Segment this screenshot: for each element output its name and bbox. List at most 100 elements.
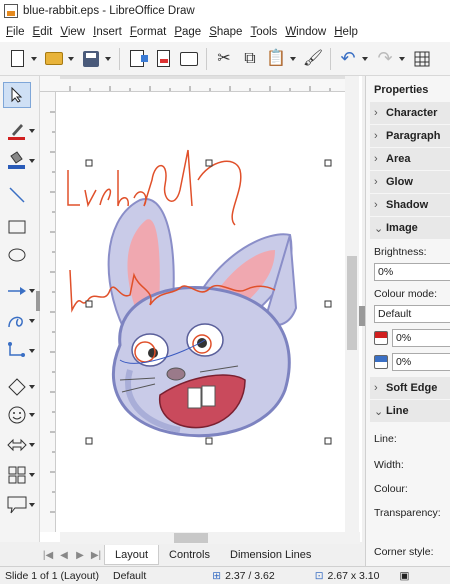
rabbit-image[interactable]	[60, 140, 345, 450]
arrow-line-tool[interactable]	[3, 278, 31, 304]
callout-icon	[7, 496, 27, 514]
fill-bucket-icon	[8, 151, 25, 169]
section-label: Character	[386, 107, 438, 119]
document-modified-icon[interactable]: ▣	[399, 570, 409, 582]
basic-shapes-tool[interactable]	[3, 374, 31, 400]
flowchart-dropdown[interactable]	[29, 471, 37, 479]
menu-help[interactable]: Help	[331, 26, 363, 38]
export-button[interactable]	[126, 48, 148, 70]
line-color-tool[interactable]	[3, 118, 31, 144]
save-dropdown[interactable]	[102, 48, 113, 70]
corner-style-label: Corner style:	[374, 546, 434, 558]
section-glow[interactable]: › Glow	[370, 171, 450, 193]
section-character[interactable]: › Character	[370, 102, 450, 124]
menu-shape[interactable]: Shape	[206, 26, 247, 38]
redo-dropdown[interactable]	[396, 48, 407, 70]
redo-button[interactable]: ↷	[374, 48, 396, 70]
save-icon	[83, 50, 99, 67]
symbol-shapes-tool[interactable]	[3, 402, 31, 428]
paste-button[interactable]: 📋	[265, 48, 287, 70]
open-dropdown[interactable]	[65, 48, 76, 70]
horizontal-scrollbar[interactable]	[60, 532, 360, 544]
print-button[interactable]	[178, 48, 200, 70]
brightness-label: Brightness:	[374, 246, 427, 258]
menu-insert[interactable]: Insert	[90, 26, 127, 38]
vertical-scroll-thumb[interactable]	[347, 256, 357, 350]
colour-mode-select[interactable]: Default	[374, 305, 450, 323]
last-tab-button[interactable]: ▶|	[88, 550, 104, 561]
vertical-ruler	[40, 92, 56, 532]
export-icon	[130, 50, 148, 67]
connector-tool[interactable]	[3, 338, 31, 364]
prev-tab-button[interactable]: ◀	[56, 550, 72, 561]
chevron-down-icon: ⌄	[374, 222, 384, 235]
flowchart-tool[interactable]	[3, 462, 31, 488]
tab-dimension-lines[interactable]: Dimension Lines	[220, 545, 321, 565]
curve-icon	[8, 316, 23, 328]
callout-dropdown[interactable]	[29, 501, 37, 509]
section-paragraph[interactable]: › Paragraph	[370, 125, 450, 147]
grid-button[interactable]	[411, 48, 433, 70]
curve-tool[interactable]	[3, 308, 31, 334]
select-tool[interactable]	[3, 82, 31, 108]
image-transparency-field[interactable]: 0%	[392, 353, 450, 371]
horizontal-scroll-thumb[interactable]	[174, 533, 208, 543]
section-label: Image	[386, 222, 418, 234]
fill-color-dropdown[interactable]	[29, 157, 37, 165]
section-area[interactable]: › Area	[370, 148, 450, 170]
basic-shapes-dropdown[interactable]	[29, 383, 37, 391]
new-document-icon	[10, 50, 24, 67]
rectangle-tool[interactable]	[3, 214, 31, 240]
line-color-dropdown[interactable]	[29, 127, 37, 135]
line-tool[interactable]	[3, 182, 31, 208]
line-icon	[9, 187, 25, 203]
menu-bar: File Edit View Insert Format Page Shape …	[0, 22, 450, 42]
section-image[interactable]: ⌄ Image	[370, 217, 450, 239]
contrast-icon	[374, 331, 388, 345]
menu-view[interactable]: View	[57, 26, 90, 38]
new-document-dropdown[interactable]	[28, 48, 39, 70]
fill-color-tool[interactable]	[3, 148, 31, 174]
section-soft-edge[interactable]: › Soft Edge	[370, 377, 450, 399]
undo-dropdown[interactable]	[359, 48, 370, 70]
contrast-field[interactable]: 0%	[392, 329, 450, 347]
menu-format[interactable]: Format	[127, 26, 171, 38]
connector-dropdown[interactable]	[29, 347, 37, 355]
ellipse-tool[interactable]	[3, 242, 31, 268]
menu-tools[interactable]: Tools	[247, 26, 282, 38]
pdf-icon	[156, 50, 170, 67]
menu-edit[interactable]: Edit	[30, 26, 58, 38]
horizontal-ruler	[40, 76, 345, 92]
copy-button[interactable]: ⧉	[239, 48, 261, 70]
export-pdf-button[interactable]	[152, 48, 174, 70]
next-tab-button[interactable]: ▶	[72, 550, 88, 561]
block-arrows-tool[interactable]	[3, 432, 31, 458]
section-label: Glow	[386, 176, 413, 188]
paste-dropdown[interactable]	[287, 48, 298, 70]
tab-layout[interactable]: Layout	[104, 545, 160, 565]
clone-formatting-button[interactable]: 🖌	[302, 48, 324, 70]
block-arrows-dropdown[interactable]	[29, 441, 37, 449]
print-icon	[180, 51, 198, 66]
toolbar-separator	[119, 47, 120, 70]
connector-icon	[8, 342, 25, 357]
menu-window[interactable]: Window	[282, 26, 331, 38]
brightness-field[interactable]: 0%	[374, 263, 450, 281]
cursor-position: 2.37 / 3.62	[225, 569, 275, 582]
menu-page[interactable]: Page	[171, 26, 206, 38]
section-shadow[interactable]: › Shadow	[370, 194, 450, 216]
section-label: Soft Edge	[386, 382, 438, 394]
vertical-scrollbar[interactable]	[345, 76, 359, 532]
menu-file[interactable]: File	[3, 26, 30, 38]
undo-button[interactable]: ↶	[337, 48, 359, 70]
symbol-shapes-dropdown[interactable]	[29, 411, 37, 419]
callout-tool[interactable]	[3, 492, 31, 518]
new-document-button[interactable]	[6, 48, 28, 70]
tab-controls[interactable]: Controls	[159, 545, 220, 565]
open-button[interactable]	[43, 48, 65, 70]
section-line[interactable]: ⌄ Line	[370, 400, 450, 422]
first-tab-button[interactable]: |◀	[40, 550, 56, 561]
cut-button[interactable]: ✂	[213, 48, 235, 70]
save-button[interactable]	[80, 48, 102, 70]
curve-dropdown[interactable]	[29, 317, 37, 325]
